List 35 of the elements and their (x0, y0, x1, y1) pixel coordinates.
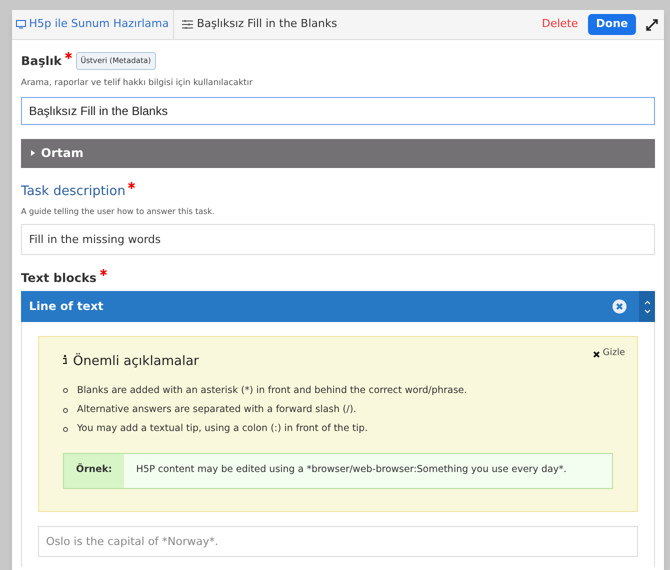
note-text: Blanks are added with an asterisk (*) in front and behind the correct word/phrase. (77, 384, 468, 398)
monitor-icon (16, 20, 26, 29)
content-title: Başlıksız Fill in the Blanks (196, 16, 338, 32)
text-line-input[interactable]: Oslo is the capital of *Norway*. (38, 526, 638, 556)
caret-right-icon (31, 150, 35, 156)
notes-title: Önemli açıklamalar (73, 352, 200, 372)
info-icon (63, 355, 67, 364)
example-label: Örnek: (64, 454, 124, 488)
list-icon (182, 20, 193, 29)
task-description-input[interactable]: Fill in the missing words (21, 224, 655, 256)
chevron-down-icon[interactable] (644, 308, 650, 314)
done-button[interactable]: Done (588, 14, 636, 35)
bullet-icon (63, 388, 68, 394)
order-buttons[interactable] (639, 291, 655, 322)
note-text: Alternative answers are separated with a forward slash (/). (77, 403, 356, 417)
field-label: Başlık (21, 53, 62, 70)
field-description: Arama, raporlar ve telif hakkı bilgisi için kullanılacaktır (21, 77, 254, 90)
bullet-icon (63, 426, 68, 432)
field-description: A guide telling the user how to answer this task. (21, 206, 216, 218)
text-block-title: Line of text (29, 298, 104, 316)
bullet-icon (63, 408, 68, 413)
hide-button[interactable]: Gizle (592, 347, 625, 361)
delete-button[interactable]: Delete (542, 16, 578, 33)
field-label: Text blocks (21, 270, 97, 288)
remove-icon[interactable] (612, 299, 627, 314)
note-text: You may add a textual tip, using a colon (:) in front of the tip. (77, 422, 368, 436)
text-block-header[interactable]: Line of text (21, 291, 655, 322)
media-section-bar[interactable]: Ortam (21, 138, 655, 168)
field-label: Task description (21, 182, 126, 201)
title-input[interactable]: Başlıksız Fill in the Blanks (21, 96, 655, 125)
close-icon (592, 350, 600, 358)
example-text: H5P content may be edited using a *browser/web-browser:Something you use every day*. (135, 463, 568, 478)
fullscreen-icon[interactable] (646, 18, 658, 30)
chevron-up-icon[interactable] (644, 300, 650, 305)
breadcrumb-link[interactable]: H5p ile Sunum Hazırlama (12, 10, 174, 39)
